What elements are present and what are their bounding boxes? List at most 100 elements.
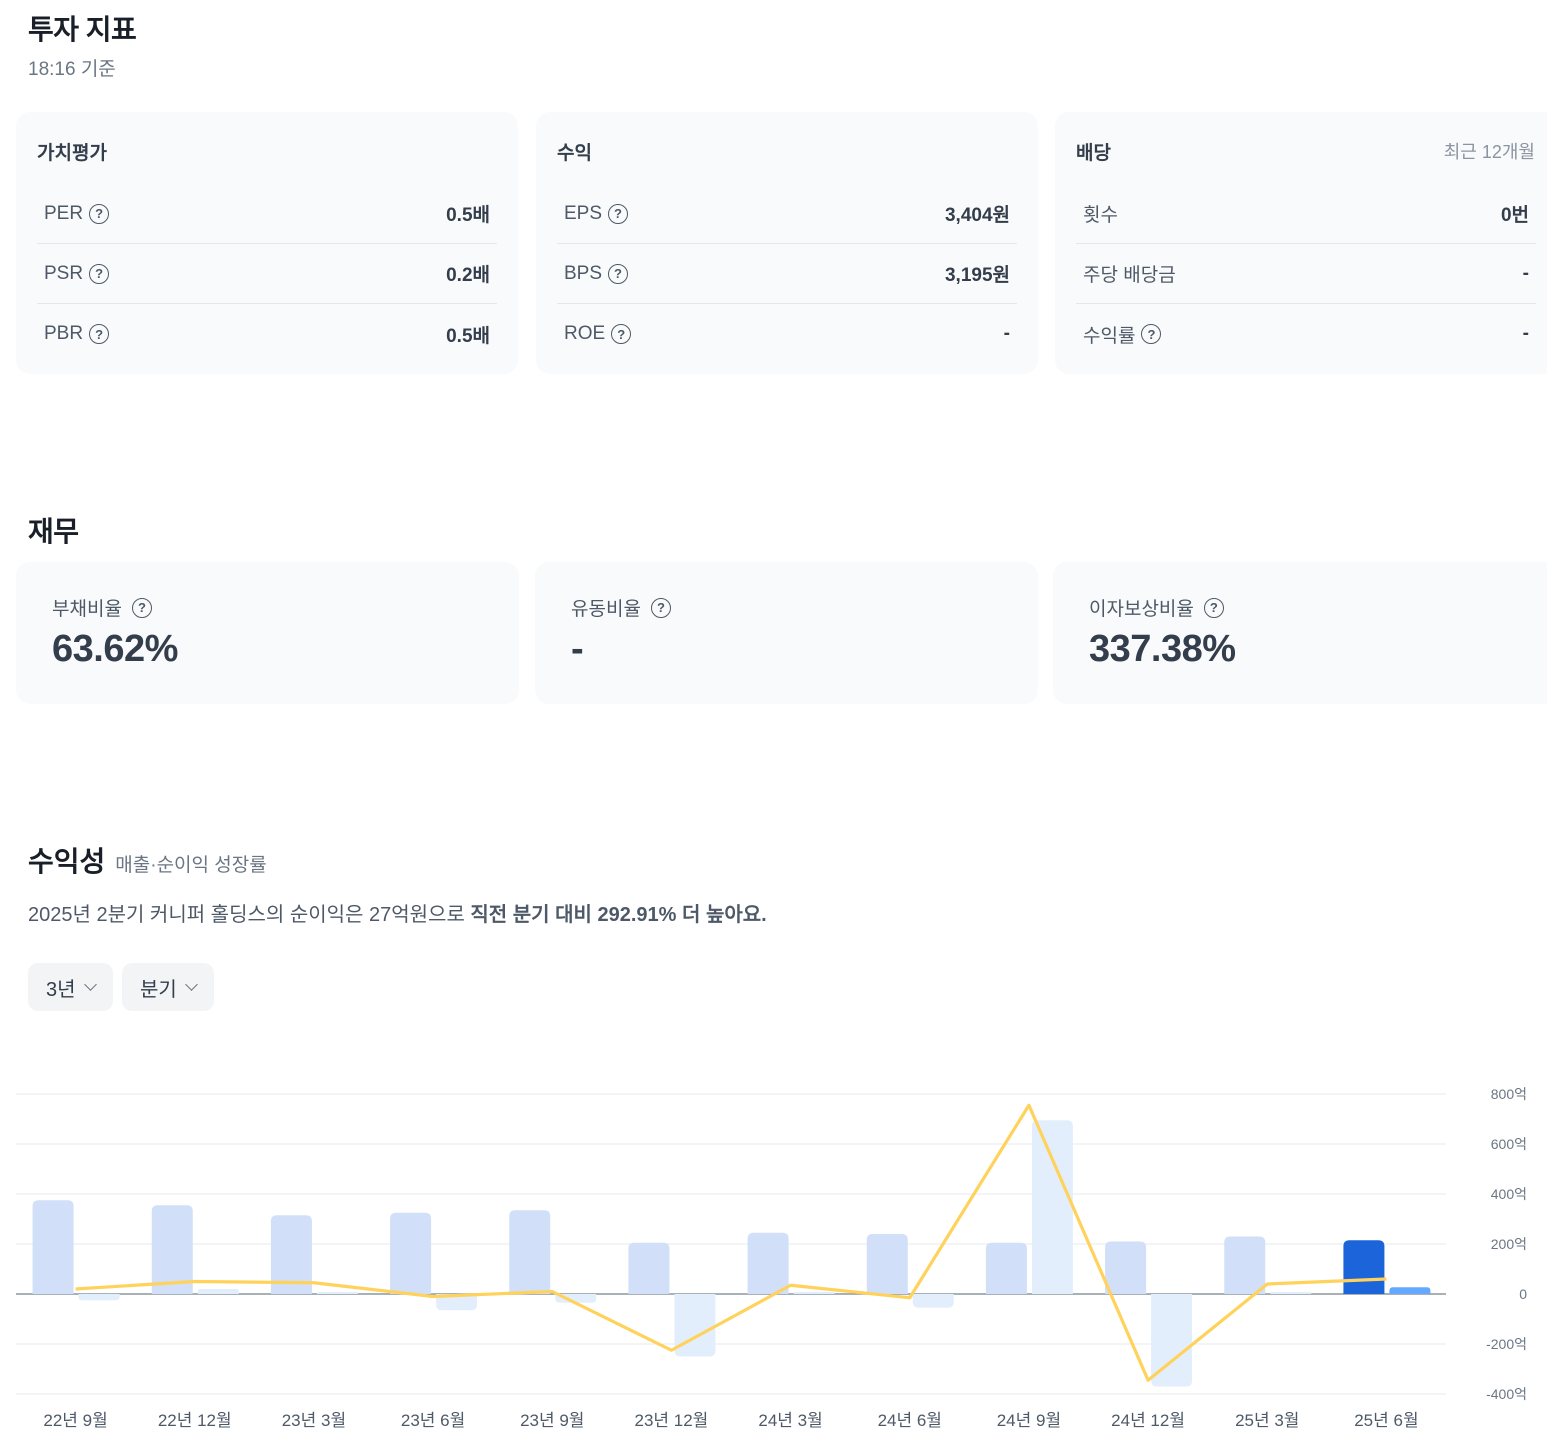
question-circle-icon[interactable]: ? [608,203,629,224]
finance-title: 재무 [28,516,79,547]
question-circle-icon[interactable]: ? [608,263,629,284]
valuation-card: 가치평가 PER? 0.5배 PSR? 0.2배 PBR? 0.5배 [16,112,518,374]
debt-ratio-label: 부채비율 [52,599,122,620]
per-label: PER [44,202,84,224]
revenue-bar [390,1212,432,1294]
dividend-yield-value: - [1522,323,1529,344]
revenue-bar [747,1232,789,1294]
revenue-bar [1105,1241,1147,1294]
pbr-value: 0.5배 [446,325,490,347]
y-tick-label: 800억 [1491,1086,1527,1102]
question-circle-icon[interactable]: ? [1141,324,1162,344]
bps-value: 3,195원 [944,265,1010,286]
x-tick-label: 25년 3월 [1235,1411,1299,1430]
question-circle-icon[interactable]: ? [89,263,110,284]
interest-coverage-card: 이자보상비율? 337.38% [1053,562,1547,704]
y-tick-label: 400억 [1491,1186,1527,1202]
revenue-bar [866,1234,908,1294]
question-circle-icon[interactable]: ? [131,597,152,618]
indicators-title: 투자 지표 [28,14,137,45]
psr-value: 0.2배 [446,265,490,286]
question-circle-icon[interactable]: ? [1203,597,1224,618]
dividend-title: 배당 [1076,143,1111,164]
earnings-card: 수익 EPS? 3,404원 BPS? 3,195원 ROE? - [536,112,1038,374]
x-tick-label: 23년 6월 [401,1411,465,1430]
net-income-bar [793,1292,835,1294]
indicators-timestamp: 18:16 기준 [28,59,116,80]
per-value: 0.5배 [446,205,490,226]
per-row: PER? 0.5배 [37,184,497,244]
x-tick-label: 25년 6월 [1354,1411,1418,1430]
psr-label: PSR [44,262,84,284]
roe-row: ROE? - [557,304,1017,364]
current-ratio-label: 유동비율 [571,599,641,620]
current-ratio-value: - [571,628,584,670]
pbr-row: PBR? 0.5배 [37,304,497,364]
x-tick-label: 22년 12월 [158,1411,232,1430]
period-dropdown[interactable]: 3년 [28,963,113,1011]
dividend-per-share-label: 주당 배당금 [1083,265,1176,286]
dividend-yield-label: 수익률 [1083,325,1136,347]
dividend-per-share-row: 주당 배당금 - [1076,244,1536,304]
question-circle-icon[interactable]: ? [89,324,110,344]
interval-dropdown[interactable]: 분기 [122,963,214,1011]
net-income-bar [197,1289,239,1294]
chevron-down-icon [184,978,198,991]
revenue-bar [1224,1236,1266,1294]
bps-row: BPS? 3,195원 [557,244,1017,304]
x-tick-label: 23년 9월 [520,1411,584,1430]
net-income-bar [674,1294,716,1357]
interest-coverage-value: 337.38% [1089,628,1236,670]
x-tick-label: 24년 3월 [758,1411,822,1430]
period-dropdown-label: 3년 [46,978,76,1001]
x-tick-label: 24년 12월 [1111,1411,1185,1430]
interest-coverage-label: 이자보상비율 [1089,599,1194,620]
description-highlight: 직전 분기 대비 292.91% 더 높아요. [470,904,767,926]
roe-label: ROE [564,323,606,344]
roe-value: - [1003,323,1010,344]
revenue-bar [1343,1240,1385,1294]
net-income-bar [1270,1292,1312,1294]
profitability-title: 수익성 [28,846,106,877]
dividend-count-value: 0번 [1500,205,1529,226]
valuation-title: 가치평가 [37,143,107,164]
bps-label: BPS [564,262,603,284]
dividend-count-row: 횟수 0번 [1076,184,1536,244]
x-tick-label: 23년 3월 [282,1411,346,1430]
x-tick-label: 24년 9월 [997,1411,1061,1430]
debt-ratio-value: 63.62% [52,628,178,670]
question-circle-icon[interactable]: ? [89,203,110,224]
chevron-down-icon [83,978,97,991]
profitability-chart: 800억 600억 400억 200억 0 -200억 -400억 22년 9월 22년 12월… [16,1086,1527,1430]
dividend-card: 배당 최근 12개월 횟수 0번 주당 배당금 - 수익률? - [1055,112,1547,374]
y-tick-label: 200억 [1491,1236,1527,1252]
dividend-period: 최근 12개월 [1443,142,1535,162]
y-tick-label: -200억 [1486,1336,1527,1352]
x-tick-label: 23년 12월 [635,1411,709,1430]
question-circle-icon[interactable]: ? [650,597,671,618]
net-income-bar [912,1294,954,1308]
earnings-title: 수익 [557,143,592,164]
pbr-label: PBR [44,323,84,344]
revenue-bar [509,1210,551,1294]
x-tick-label: 24년 6월 [878,1411,942,1430]
y-tick-label: 0 [1519,1286,1527,1302]
description-text: 2025년 2분기 커니퍼 홀딩스의 순이익은 27억원으로 [28,904,471,926]
question-circle-icon[interactable]: ? [611,324,632,344]
psr-row: PSR? 0.2배 [37,244,497,304]
profitability-subtitle: 매출·순이익 성장률 [115,855,267,876]
net-income-bar [78,1294,120,1301]
revenue-bar [628,1242,670,1294]
y-tick-label: 600억 [1491,1136,1527,1152]
revenue-bar [985,1242,1027,1294]
profitability-header: 수익성 매출·순이익 성장률 [28,840,267,880]
dividend-yield-row: 수익률? - [1076,304,1536,364]
dividend-per-share-value: - [1522,262,1529,284]
eps-row: EPS? 3,404원 [557,184,1017,244]
interval-dropdown-label: 분기 [140,978,177,1001]
debt-ratio-card: 부채비율? 63.62% [16,562,519,704]
net-income-bar [316,1292,358,1294]
eps-value: 3,404원 [944,205,1010,226]
eps-label: EPS [564,202,603,224]
current-ratio-card: 유동비율? - [535,562,1038,704]
